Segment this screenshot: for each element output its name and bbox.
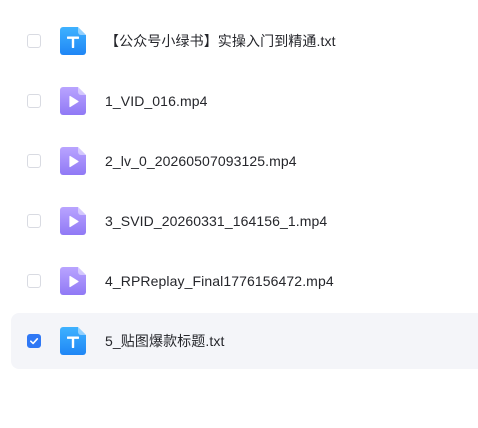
check-icon	[30, 338, 39, 345]
file-row[interactable]: 3_SVID_20260331_164156_1.mp4	[11, 193, 478, 249]
file-checkbox-checked[interactable]	[27, 334, 41, 348]
file-name: 5_贴图爆款标题.txt	[105, 333, 225, 349]
file-name: 【公众号小绿书】实操入门到精通.txt	[105, 33, 336, 49]
file-row-selected[interactable]: 5_贴图爆款标题.txt	[11, 313, 478, 369]
file-name: 2_lv_0_20260507093125.mp4	[105, 153, 297, 169]
file-row[interactable]: 4_RPReplay_Final1776156472.mp4	[11, 253, 478, 309]
file-row[interactable]: 【公众号小绿书】实操入门到精通.txt	[11, 13, 478, 69]
file-name: 3_SVID_20260331_164156_1.mp4	[105, 213, 328, 229]
file-checkbox[interactable]	[27, 94, 41, 108]
file-checkbox[interactable]	[27, 274, 41, 288]
video-file-icon	[60, 87, 86, 115]
file-name: 4_RPReplay_Final1776156472.mp4	[105, 273, 334, 289]
video-file-icon	[60, 267, 86, 295]
file-name: 1_VID_016.mp4	[105, 93, 208, 109]
file-checkbox[interactable]	[27, 214, 41, 228]
video-file-icon	[60, 147, 86, 175]
file-checkbox[interactable]	[27, 34, 41, 48]
text-file-icon	[60, 327, 86, 355]
file-row[interactable]: 1_VID_016.mp4	[11, 73, 478, 129]
file-row[interactable]: 2_lv_0_20260507093125.mp4	[11, 133, 478, 189]
video-file-icon	[60, 207, 86, 235]
file-list: 【公众号小绿书】实操入门到精通.txt 1_VID_016.mp4 2_lv_0…	[0, 13, 478, 373]
file-checkbox[interactable]	[27, 154, 41, 168]
text-file-icon	[60, 27, 86, 55]
